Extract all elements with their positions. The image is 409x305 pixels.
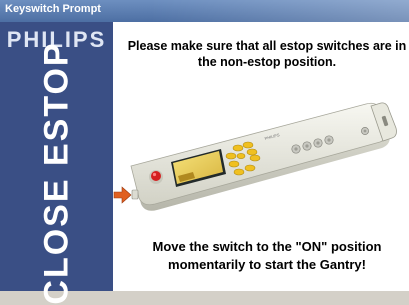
keyswitch-pointer-arrow-icon <box>113 186 132 204</box>
close-estop-label: CLOSE ESTOP <box>37 41 76 305</box>
instruction-top: Please make sure that all estop switches… <box>127 39 407 69</box>
window-title: Keyswitch Prompt <box>5 3 101 15</box>
keyswitch-prompt-window: Keyswitch Prompt PHILIPS CLOSE ESTOP Ple… <box>0 0 409 305</box>
sidebar-panel: PHILIPS CLOSE ESTOP <box>0 22 113 305</box>
title-bar-highlight <box>150 0 409 22</box>
vertical-label-container: CLOSE ESTOP <box>22 41 92 304</box>
gantry-control-panel-image: PHILIPS <box>113 92 409 222</box>
estop-button <box>149 170 163 184</box>
main-content: Please make sure that all estop switches… <box>113 22 409 291</box>
keyswitch <box>131 189 139 200</box>
instruction-bottom: Move the switch to the "ON" position mom… <box>152 239 382 272</box>
device-body <box>130 102 390 211</box>
title-bar[interactable]: Keyswitch Prompt <box>0 0 409 22</box>
